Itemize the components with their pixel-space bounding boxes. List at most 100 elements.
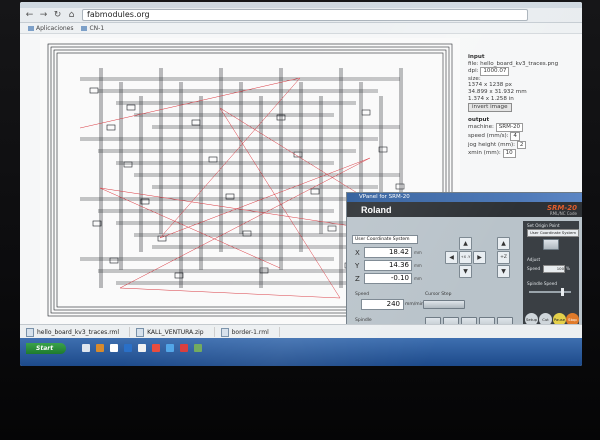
- dpi-field[interactable]: 1000.07: [480, 67, 510, 76]
- spindle-speed-slider[interactable]: [529, 291, 571, 293]
- pad-outline: [123, 161, 133, 168]
- jog-height-field[interactable]: 2: [516, 140, 527, 150]
- bookmarks-bar: Aplicaciones CN-1: [20, 23, 582, 34]
- size-mm: 34.899 x 31.932 mm: [468, 88, 527, 95]
- back-button[interactable]: ←: [25, 10, 34, 20]
- explorer-icon[interactable]: [82, 344, 90, 352]
- invert-image-button[interactable]: invert image: [468, 103, 512, 112]
- page-content: input file: hello_board_kv3_traces.png d…: [20, 34, 582, 360]
- jog-height-label: jog height (mm):: [468, 141, 516, 148]
- spindle-speed-label: Spindle Speed: [527, 281, 557, 286]
- z-unit: mm: [414, 276, 422, 281]
- vpanel-title-bar[interactable]: VPanel for SRM-20: [347, 193, 582, 202]
- speed-field[interactable]: 4: [510, 131, 520, 141]
- pad-outline: [361, 109, 371, 116]
- size-px: 1374 x 1238 px: [468, 82, 512, 89]
- skype-icon[interactable]: [124, 344, 132, 352]
- adjust-label: Adjust: [527, 257, 541, 262]
- y-label: Y: [355, 261, 360, 270]
- start-button[interactable]: Start: [26, 343, 66, 354]
- download-filename: border-1.rml: [231, 328, 269, 336]
- adjust-speed-value[interactable]: 100: [543, 265, 565, 273]
- x-label: X: [355, 248, 360, 257]
- jog-down-button[interactable]: ▼: [459, 265, 472, 278]
- speed-unit: mm/min: [405, 302, 424, 307]
- z-label: Z: [355, 274, 360, 283]
- address-bar[interactable]: fabmodules.org: [82, 9, 528, 21]
- size-in: 1.374 x 1.258 in: [468, 95, 514, 102]
- model-subtitle: RML/NC Code: [549, 211, 577, 216]
- doc-icon[interactable]: [138, 344, 146, 352]
- file-line: file: hello_board_kv3_traces.png: [468, 60, 559, 67]
- speed-label: speed (mm/s):: [468, 132, 509, 139]
- z-value: -0.10: [364, 273, 412, 284]
- y-coordinate-row: Y 14.36 mm: [355, 260, 425, 271]
- size-label: size:: [468, 75, 481, 82]
- pad-outline: [310, 188, 320, 195]
- xmin-label: xmin (mm):: [468, 150, 501, 157]
- browser-toolbar: ← → ↻ ⌂ fabmodules.org: [20, 8, 582, 23]
- home-button[interactable]: ⌂: [67, 10, 76, 20]
- coordinate-system-select[interactable]: User Coordinate System: [352, 235, 418, 244]
- rapid-move-path: [119, 287, 341, 299]
- app-icon[interactable]: [110, 344, 118, 352]
- bookmark-label: Aplicaciones: [36, 24, 74, 32]
- rapid-move-path: [79, 77, 301, 129]
- pad-outline: [89, 87, 99, 94]
- forward-button[interactable]: →: [39, 10, 48, 20]
- file-icon: [220, 327, 229, 337]
- xy-jog-pad: ▲ ◀ +X -Y ▶ ▼: [445, 237, 486, 278]
- adjust-speed-label: Speed: [527, 266, 541, 271]
- apps-icon: [28, 25, 34, 31]
- pad-outline: [242, 230, 252, 237]
- cursor-step-label: Cursor Step: [425, 292, 452, 297]
- spindle-label: Spindle: [355, 318, 372, 323]
- z-coordinate-row: Z -0.10 mm: [355, 273, 425, 284]
- pad-outline: [208, 156, 218, 163]
- jog-right-button[interactable]: ▶: [473, 251, 486, 264]
- chrome-icon[interactable]: [194, 344, 202, 352]
- download-item[interactable]: border-1.rml: [220, 327, 280, 337]
- set-origin-select[interactable]: User Coordinate System: [527, 229, 579, 237]
- file-icon: [26, 327, 34, 337]
- jog-center-button[interactable]: +X -Y: [459, 251, 472, 264]
- speed-label: Speed: [355, 292, 370, 297]
- xmin-field[interactable]: 10: [502, 149, 516, 158]
- firefox-icon[interactable]: [152, 344, 160, 352]
- machine-select[interactable]: SRM-20: [495, 123, 524, 132]
- spindle-slider-thumb[interactable]: [561, 288, 564, 296]
- bookmark-apps[interactable]: Aplicaciones: [28, 25, 73, 32]
- jog-up-button[interactable]: ▲: [459, 237, 472, 250]
- cursor-step-options[interactable]: [423, 300, 465, 309]
- x-coordinate-row: X 18.42 mm: [355, 247, 425, 258]
- download-item[interactable]: KALL_VENTURA.zip: [136, 327, 215, 337]
- adjust-speed-unit: %: [566, 266, 570, 271]
- z-down-button[interactable]: ▼: [497, 265, 510, 278]
- z-plus-label: +Z: [497, 251, 510, 264]
- pad-outline: [191, 119, 201, 126]
- z-up-button[interactable]: ▲: [497, 237, 510, 250]
- y-value: 14.36: [364, 260, 412, 271]
- file-icon: [136, 327, 145, 337]
- pad-outline: [157, 235, 167, 242]
- download-item[interactable]: hello_board_kv3_traces.rml: [26, 327, 131, 337]
- media-icon[interactable]: [96, 344, 104, 352]
- monitor-screen: ← → ↻ ⌂ fabmodules.org Aplicaciones CN-1…: [20, 2, 582, 366]
- dpi-label: dpi:: [468, 68, 479, 75]
- machine-label: machine:: [468, 124, 494, 131]
- reload-button[interactable]: ↻: [53, 10, 62, 20]
- x-unit: mm: [414, 250, 422, 255]
- jog-left-button[interactable]: ◀: [445, 251, 458, 264]
- x-value: 18.42: [364, 247, 412, 258]
- set-origin-button[interactable]: [543, 239, 559, 250]
- download-filename: hello_board_kv3_traces.rml: [37, 328, 120, 336]
- pdf-icon[interactable]: [180, 344, 188, 352]
- download-filename: KALL_VENTURA.zip: [147, 328, 204, 336]
- y-unit: mm: [414, 263, 422, 268]
- roland-logo: Roland: [361, 205, 392, 215]
- pad-outline: [126, 104, 136, 111]
- ie-icon[interactable]: [166, 344, 174, 352]
- bookmark-label: CN-1: [89, 24, 105, 32]
- output-heading: output: [468, 116, 490, 123]
- bookmark-cn1[interactable]: CN-1: [81, 25, 104, 32]
